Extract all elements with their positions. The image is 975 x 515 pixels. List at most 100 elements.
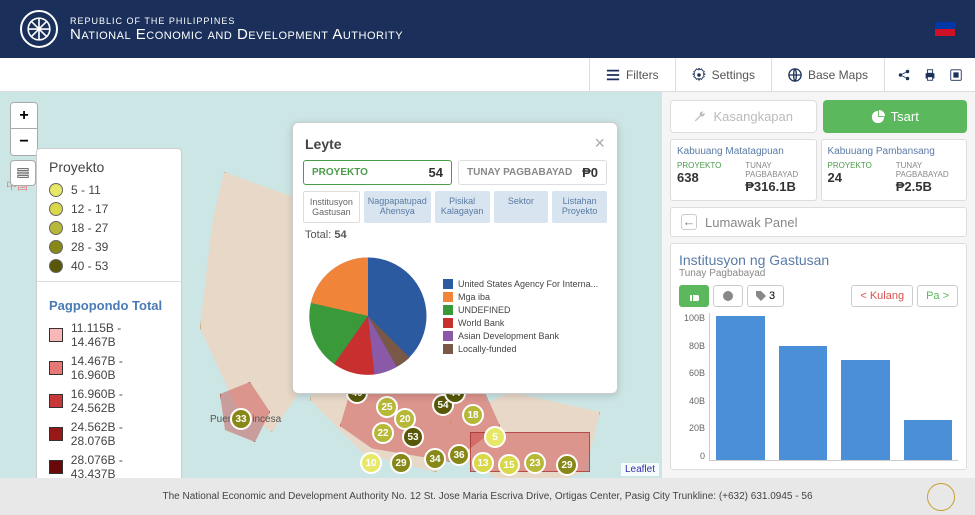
- share-icon[interactable]: [897, 68, 911, 82]
- map-marker[interactable]: 5: [484, 426, 506, 448]
- legend-item: 14.467B - 16.960B: [49, 354, 169, 382]
- map-marker[interactable]: 10: [360, 452, 382, 474]
- legend-funding-title: Pagpopondo Total: [49, 290, 169, 313]
- map-marker[interactable]: 15: [498, 454, 520, 476]
- layers-icon: [16, 166, 30, 180]
- filters-button[interactable]: Filters: [589, 58, 675, 91]
- map-marker[interactable]: 29: [556, 454, 578, 476]
- toolbar-actions: [884, 58, 975, 91]
- gear-icon: [692, 68, 706, 82]
- pie-legend-item: World Bank: [443, 318, 607, 328]
- layers-button[interactable]: [10, 160, 36, 186]
- stat-value: 54: [429, 165, 443, 180]
- map-marker[interactable]: 23: [524, 452, 546, 474]
- map-marker[interactable]: 29: [390, 452, 412, 474]
- map-marker[interactable]: 33: [230, 408, 252, 430]
- legend-item: 18 - 27: [49, 221, 169, 235]
- popup-tab[interactable]: Sektor: [494, 191, 549, 223]
- pie-legend-item: Asian Development Bank: [443, 331, 607, 341]
- popup-tab[interactable]: Institusyon Gastusan: [303, 191, 360, 223]
- legend-projects-title: Proyekto: [49, 159, 169, 175]
- sum-label: TUNAY PAGBABAYAD: [896, 161, 960, 179]
- tool-toggle[interactable]: Kasangkapan: [670, 100, 817, 133]
- pie-chart: [303, 251, 433, 381]
- sum-label: TUNAY PAGBABAYAD: [745, 161, 809, 179]
- summary-card-local: Kabuuang Matatagpuan PROYEKTO638 TUNAY P…: [670, 139, 817, 201]
- seal-icon: [20, 10, 58, 48]
- chart-title: Institusyon ng Gastusan: [679, 252, 958, 268]
- chart-type-bar[interactable]: [679, 285, 709, 307]
- leaflet-attribution[interactable]: Leaflet: [621, 463, 659, 476]
- chart-count[interactable]: 3: [747, 285, 784, 307]
- popup-tab[interactable]: Listahan Proyekto: [552, 191, 607, 223]
- legend-item: 11.115B - 14.467B: [49, 321, 169, 349]
- chart-label: Tsart: [891, 109, 919, 124]
- sum-label: PROYEKTO: [677, 161, 741, 170]
- popup-close-button[interactable]: ×: [594, 133, 605, 154]
- filters-icon: [606, 68, 620, 82]
- chart-toggle[interactable]: Tsart: [823, 100, 968, 133]
- export-icon[interactable]: [949, 68, 963, 82]
- bar-chart: 100B80B60B40B20B0: [679, 313, 958, 461]
- map-marker[interactable]: 34: [424, 448, 446, 470]
- map-legend: Proyekto 5 - 1112 - 1718 - 2728 - 3940 -…: [36, 148, 182, 478]
- y-tick: 100B: [679, 313, 705, 323]
- basemaps-button[interactable]: Base Maps: [771, 58, 884, 91]
- zoom-out-button[interactable]: −: [11, 129, 37, 155]
- chart-type-pie[interactable]: [713, 285, 743, 307]
- tool-label: Kasangkapan: [713, 109, 793, 124]
- bar[interactable]: [904, 420, 953, 460]
- pie-legend-item: Mga iba: [443, 292, 607, 302]
- bar[interactable]: [841, 360, 890, 460]
- stat-value: ₱0: [582, 165, 598, 180]
- footer-seal-icon: [927, 483, 955, 511]
- chart-next[interactable]: Pa >: [917, 285, 958, 307]
- sum-value: ₱2.5B: [896, 179, 960, 194]
- card-title: Kabuuang Pambansang: [828, 146, 961, 157]
- print-icon[interactable]: [923, 68, 937, 82]
- map-marker[interactable]: 36: [448, 444, 470, 466]
- y-tick: 20B: [679, 423, 705, 433]
- map-marker[interactable]: 18: [462, 404, 484, 426]
- sum-value: 638: [677, 170, 741, 185]
- map-marker[interactable]: 22: [372, 422, 394, 444]
- count-value: 3: [769, 290, 775, 302]
- thumbs-up-icon: [688, 290, 700, 302]
- legend-item: 12 - 17: [49, 202, 169, 216]
- expand-label: Lumawak Panel: [705, 215, 798, 230]
- chart-section: Institusyon ng Gastusan Tunay Pagbabayad…: [670, 243, 967, 470]
- popup-tab[interactable]: Nagpapatupad Ahensya: [364, 191, 431, 223]
- legend-item: 16.960B - 24.562B: [49, 387, 169, 415]
- y-tick: 80B: [679, 341, 705, 351]
- settings-label: Settings: [712, 68, 755, 82]
- pie-legend-item: United States Agency For Interna...: [443, 279, 607, 289]
- app-header: Republic of the Philippines National Eco…: [0, 0, 975, 58]
- sum-value: 24: [828, 170, 892, 185]
- flag-icon[interactable]: [935, 22, 955, 36]
- tag-icon: [756, 291, 766, 301]
- basemaps-label: Base Maps: [808, 68, 868, 82]
- total-value: 54: [334, 229, 346, 241]
- filters-label: Filters: [626, 68, 659, 82]
- arrow-left-icon: ←: [681, 214, 697, 230]
- total-label: Total:: [305, 229, 331, 241]
- map[interactable]: 中国 Puerto Princesa + − Proyekto 5 - 1112…: [0, 92, 661, 478]
- map-marker[interactable]: 13: [472, 452, 494, 474]
- zoom-in-button[interactable]: +: [11, 103, 37, 129]
- summary-card-national: Kabuuang Pambansang PROYEKTO24 TUNAY PAG…: [821, 139, 968, 201]
- popup-stat-proyekto[interactable]: PROYEKTO 54: [303, 160, 452, 185]
- y-tick: 60B: [679, 368, 705, 378]
- popup-tab[interactable]: Pisikal Kalagayan: [435, 191, 490, 223]
- y-tick: 40B: [679, 396, 705, 406]
- bar[interactable]: [779, 346, 828, 460]
- chart-prev[interactable]: < Kulang: [851, 285, 913, 307]
- stat-label: PROYEKTO: [312, 167, 368, 178]
- bar[interactable]: [716, 316, 765, 460]
- header-subtitle: Republic of the Philippines: [70, 16, 403, 26]
- popup-stat-tunay[interactable]: TUNAY PAGBABAYAD ₱0: [458, 160, 607, 185]
- map-marker[interactable]: 53: [402, 426, 424, 448]
- settings-button[interactable]: Settings: [675, 58, 771, 91]
- header-title: National Economic and Development Author…: [70, 26, 403, 43]
- expand-panel-button[interactable]: ← Lumawak Panel: [670, 207, 967, 237]
- card-title: Kabuuang Matatagpuan: [677, 146, 810, 157]
